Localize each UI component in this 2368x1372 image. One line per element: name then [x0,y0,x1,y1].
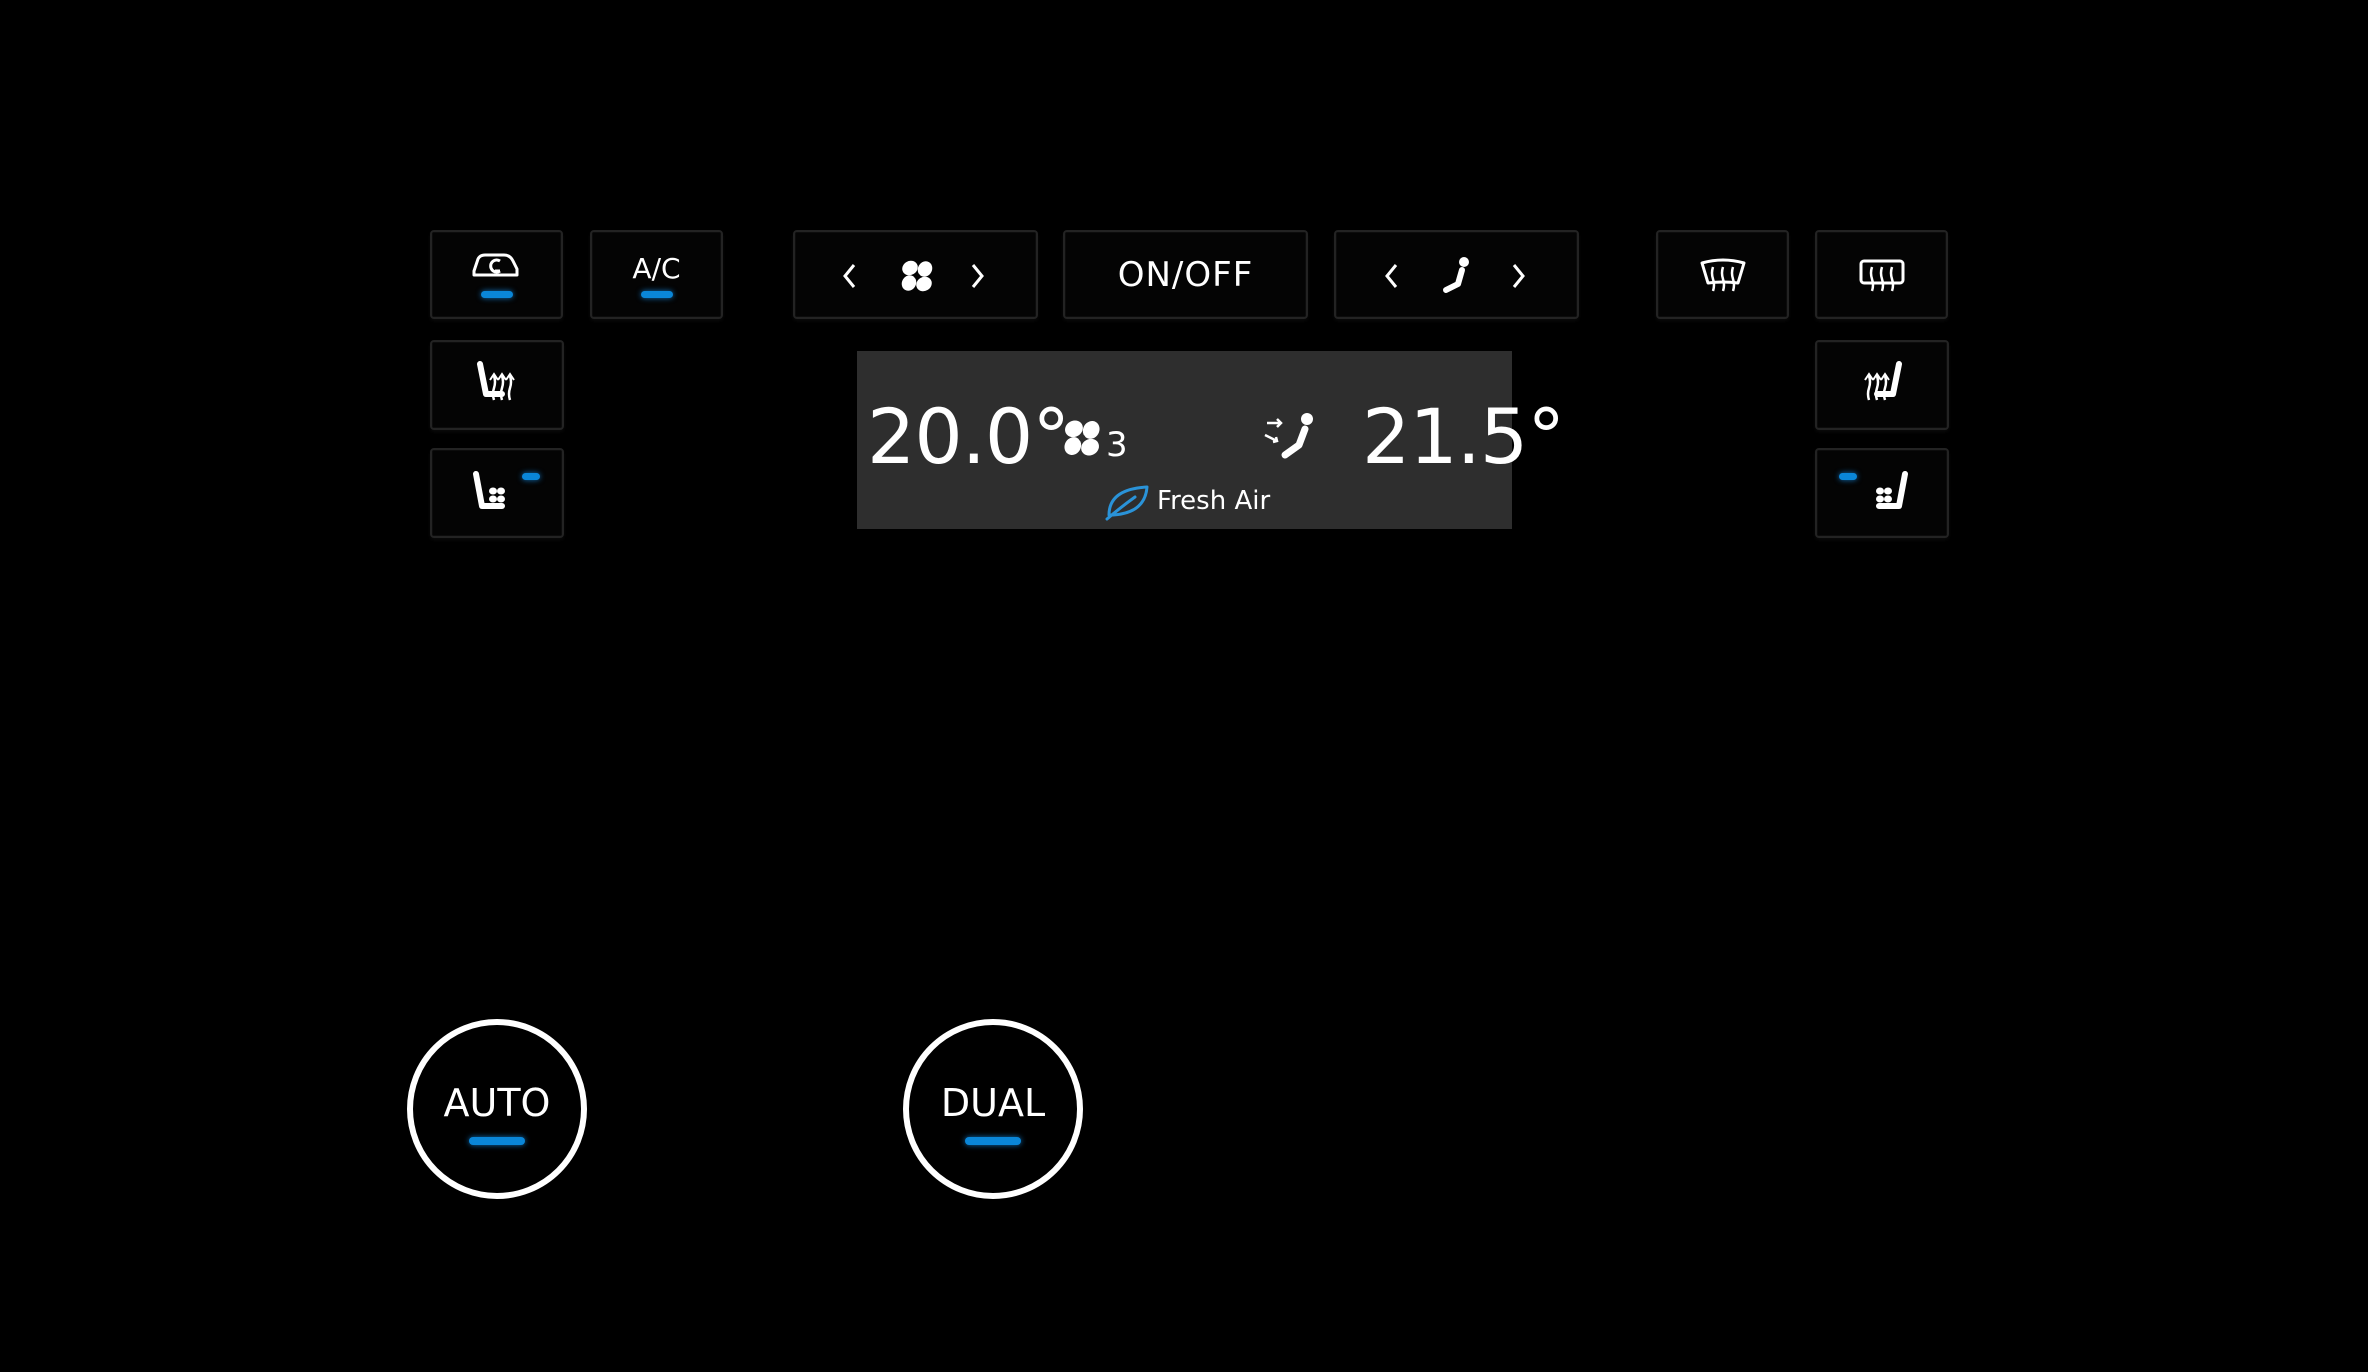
auto-label: AUTO [443,1081,551,1125]
power-label: ON/OFF [1117,254,1254,295]
dual-button[interactable]: DUAL [903,1019,1083,1199]
cooled-seat-icon [1876,471,1908,509]
seat-airflow-icon [1443,257,1469,293]
ac-button[interactable]: A/C [590,230,723,319]
dual-label: DUAL [940,1081,1046,1125]
dual-indicator [965,1137,1021,1145]
ac-indicator [641,291,673,298]
front-defrost-button[interactable] [1656,230,1789,319]
chevron-right-icon[interactable] [1508,261,1528,291]
fan-icon [1064,420,1100,456]
leaf-icon [1105,485,1149,521]
chevron-right-icon[interactable] [967,261,987,291]
heated-seat-icon [1864,361,1902,401]
fan-level: 3 [1106,425,1128,465]
seat-airflow-icon [1264,413,1313,459]
recirculation-indicator [481,291,513,298]
cooled-seat-icon [473,471,505,509]
passenger-cooled-seat-indicator [1839,473,1857,480]
heated-seat-icon [477,361,515,401]
ac-label: A/C [632,252,681,285]
chevron-left-icon[interactable] [1382,261,1402,291]
power-button[interactable]: ON/OFF [1063,230,1308,319]
passenger-temperature: 21.5° [1362,392,1565,481]
air-source-label: Fresh Air [1157,486,1271,516]
auto-button[interactable]: AUTO [407,1019,587,1199]
front-defrost-icon [1700,258,1745,291]
fan-speed-control [793,230,1038,319]
rear-defrost-icon [1859,259,1904,291]
auto-indicator [469,1137,525,1145]
driver-heated-seat-button[interactable] [430,340,564,430]
climate-display: 20.0° 3 21.5° Fresh Air [857,351,1565,529]
driver-temperature: 20.0° [867,392,1070,481]
driver-cooled-seat-indicator [522,473,540,480]
recirculation-button[interactable] [430,230,563,319]
air-distribution-control [1334,230,1579,319]
recirculation-icon [472,253,519,277]
rear-defrost-button[interactable] [1815,230,1948,319]
passenger-cooled-seat-button[interactable] [1815,448,1949,538]
passenger-heated-seat-button[interactable] [1815,340,1949,430]
chevron-left-icon[interactable] [840,261,860,291]
driver-cooled-seat-button[interactable] [430,448,564,538]
fan-icon [901,260,933,292]
